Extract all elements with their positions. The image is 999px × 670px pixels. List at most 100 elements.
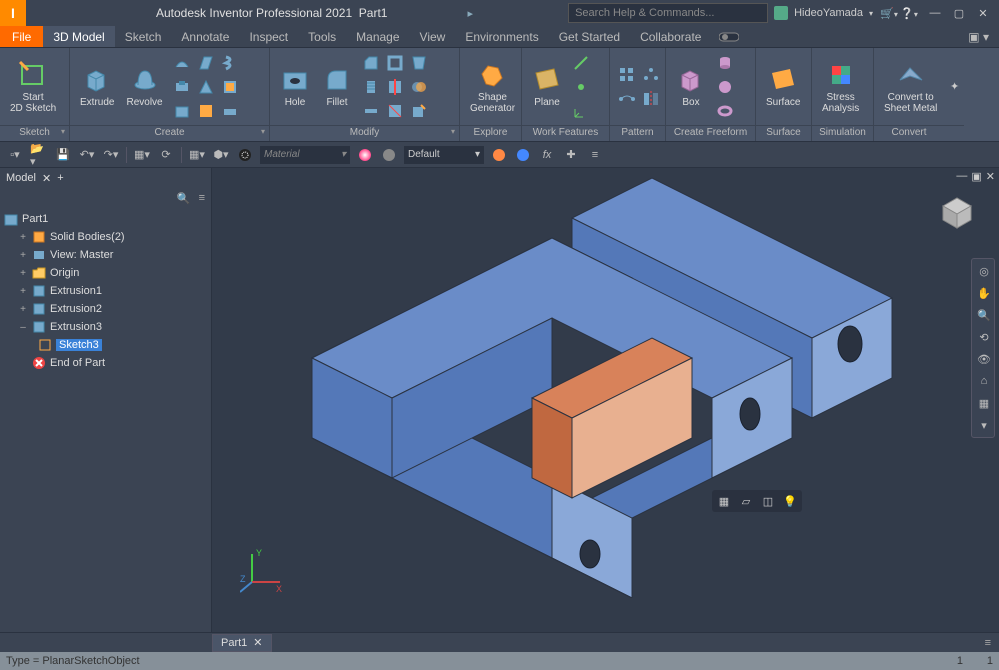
freeform-torus-icon[interactable] xyxy=(714,100,736,122)
start-2d-sketch-button[interactable]: Start 2D Sketch xyxy=(6,58,60,116)
box-button[interactable]: Box xyxy=(672,63,710,110)
user-menu[interactable]: HideoYamada ▾ xyxy=(774,6,873,20)
combine-icon[interactable] xyxy=(408,76,430,98)
split-icon[interactable] xyxy=(384,76,406,98)
browser-search-icon[interactable]: 🔍 xyxy=(177,192,191,205)
convert-sheet-metal-button[interactable]: Convert to Sheet Metal xyxy=(880,58,941,116)
sweep-icon[interactable] xyxy=(171,52,193,74)
filter-help-icon[interactable]: 💡 xyxy=(780,492,800,510)
update-icon[interactable]: ⟳ xyxy=(157,146,175,164)
rect-pattern-icon[interactable] xyxy=(616,64,638,86)
fillet-icon xyxy=(322,65,352,95)
hole-button[interactable]: Hole xyxy=(276,63,314,110)
unwrap-icon[interactable] xyxy=(219,100,241,122)
panel-freeform: Box Create Freeform xyxy=(666,48,756,141)
freeform-cyl-icon[interactable] xyxy=(714,52,736,74)
ribbon-tabs: File 3D Model Sketch Annotate Inspect To… xyxy=(0,26,999,48)
viewport[interactable]: — ▣ ✕ ◎ ✋ 🔍 ⟲ 👁 ⌂ ▦ ▾ xyxy=(212,168,999,632)
tree-extrusion1[interactable]: + Extrusion1 xyxy=(0,282,211,300)
direct-edit-icon[interactable] xyxy=(408,100,430,122)
plane-button[interactable]: Plane xyxy=(528,63,566,110)
thicken-icon[interactable] xyxy=(360,100,382,122)
emboss-icon[interactable] xyxy=(171,76,193,98)
minimize-button[interactable]: — xyxy=(925,5,945,21)
doc-tab-part1[interactable]: Part1 ✕ xyxy=(212,634,272,652)
tree-extrusion2[interactable]: + Extrusion2 xyxy=(0,300,211,318)
draft-icon[interactable] xyxy=(408,52,430,74)
close-button[interactable]: ✕ xyxy=(973,5,993,21)
mirror-icon[interactable] xyxy=(640,88,662,110)
ribbon-overflow-icon[interactable]: ✦ xyxy=(950,76,959,98)
derive-icon[interactable] xyxy=(171,100,193,122)
file-tab[interactable]: File xyxy=(0,26,43,47)
thread-icon[interactable] xyxy=(360,76,382,98)
tree-solid-bodies[interactable]: + Solid Bodies(2) xyxy=(0,228,211,246)
browser-close-icon[interactable]: ✕ xyxy=(42,172,51,185)
model-browser: Model ✕ + 🔍 ≡ Part1 + Solid Bodies(2) + … xyxy=(0,168,212,632)
surface-icon xyxy=(768,65,798,95)
ucs-icon[interactable] xyxy=(570,100,592,122)
decal-icon[interactable] xyxy=(219,76,241,98)
tab-view[interactable]: View xyxy=(410,26,456,47)
maximize-button[interactable]: ▢ xyxy=(949,5,969,21)
delete-face-icon[interactable] xyxy=(384,100,406,122)
view-icon xyxy=(32,248,46,262)
tree-root[interactable]: Part1 xyxy=(0,210,211,228)
save-icon[interactable]: 💾 xyxy=(54,146,72,164)
chamfer-icon[interactable] xyxy=(360,52,382,74)
tab-collaborate[interactable]: Collaborate xyxy=(630,26,711,47)
workspace: Model ✕ + 🔍 ≡ Part1 + Solid Bodies(2) + … xyxy=(0,168,999,632)
cart-icon[interactable]: 🛒▾ xyxy=(879,7,899,20)
filter-priority-icon[interactable]: ▦ xyxy=(714,492,734,510)
revolve-button[interactable]: Revolve xyxy=(122,63,166,110)
tab-annotate[interactable]: Annotate xyxy=(171,26,239,47)
selection-filter-icon[interactable]: ▦▾ xyxy=(188,146,206,164)
sketch-driven-icon[interactable] xyxy=(616,88,638,110)
tree-sketch3[interactable]: Sketch3 xyxy=(0,336,211,354)
filter-edges-icon[interactable]: ▱ xyxy=(736,492,756,510)
tab-get-started[interactable]: Get Started xyxy=(549,26,630,47)
tab-3d-model[interactable]: 3D Model xyxy=(43,26,114,47)
fillet-button[interactable]: Fillet xyxy=(318,63,356,110)
redo-icon[interactable]: ↷▾ xyxy=(102,146,120,164)
app-icon: I xyxy=(0,0,26,26)
tree-origin[interactable]: + Origin xyxy=(0,264,211,282)
undo-icon[interactable]: ↶▾ xyxy=(78,146,96,164)
search-input[interactable]: Search Help & Commands... xyxy=(568,3,768,23)
doc-tab-close-icon[interactable]: ✕ xyxy=(253,636,262,649)
tree-end-of-part[interactable]: End of Part xyxy=(0,354,211,372)
stress-analysis-button[interactable]: Stress Analysis xyxy=(818,58,863,116)
shape-generator-icon xyxy=(478,60,508,90)
extrude-button[interactable]: Extrude xyxy=(76,63,118,110)
shell-icon[interactable] xyxy=(384,52,406,74)
open-icon[interactable]: 📂▾ xyxy=(30,146,48,164)
axis-icon[interactable] xyxy=(570,52,592,74)
loft-icon[interactable] xyxy=(195,52,217,74)
rib-icon[interactable] xyxy=(195,76,217,98)
coil-icon[interactable] xyxy=(219,52,241,74)
doc-tab-menu-icon[interactable]: ≡ xyxy=(985,637,991,649)
tab-tools[interactable]: Tools xyxy=(298,26,346,47)
shape-generator-button[interactable]: Shape Generator xyxy=(466,58,519,116)
browser-menu-icon[interactable]: ≡ xyxy=(199,192,205,204)
tree-extrusion3[interactable]: – Extrusion3 xyxy=(0,318,211,336)
primitives-icon[interactable]: ⬢▾ xyxy=(212,146,230,164)
new-icon[interactable]: ▫▾ xyxy=(6,146,24,164)
tab-environments[interactable]: Environments xyxy=(455,26,548,47)
browser-add-icon[interactable]: + xyxy=(57,172,63,184)
surface-button[interactable]: Surface xyxy=(762,63,804,110)
filter-faces-icon[interactable]: ◫ xyxy=(758,492,778,510)
select-icon[interactable]: ▦▾ xyxy=(133,146,151,164)
tree-view-master[interactable]: + View: Master xyxy=(0,246,211,264)
tab-overflow[interactable]: ▣ ▾ xyxy=(958,26,999,47)
point-icon[interactable] xyxy=(570,76,592,98)
tab-inspect[interactable]: Inspect xyxy=(239,26,298,47)
tab-sketch[interactable]: Sketch xyxy=(115,26,172,47)
freeform-sphere-icon[interactable] xyxy=(714,76,736,98)
import-icon[interactable] xyxy=(195,100,217,122)
help-icon[interactable]: ❔▾ xyxy=(899,7,919,20)
tab-addin-icon[interactable] xyxy=(717,26,741,47)
tab-manage[interactable]: Manage xyxy=(346,26,409,47)
circ-pattern-icon[interactable] xyxy=(640,64,662,86)
panel-work-features: Plane Work Features xyxy=(522,48,610,141)
